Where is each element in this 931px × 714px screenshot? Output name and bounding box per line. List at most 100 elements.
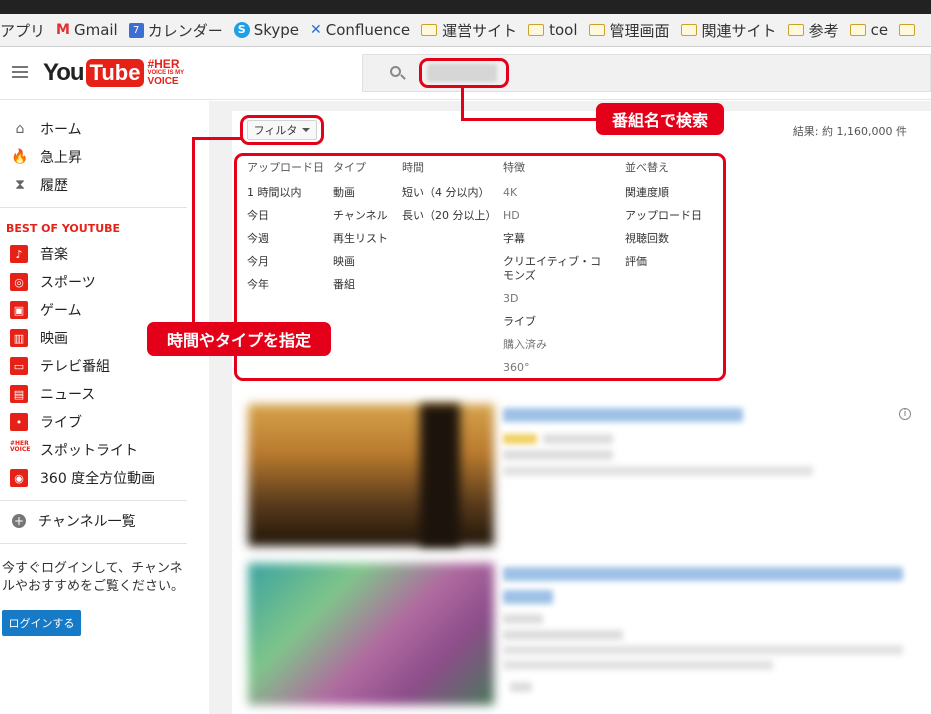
bookmark-skype[interactable]: S Skype bbox=[233, 21, 300, 39]
sidebar-item-gaming[interactable]: ▣ ゲーム bbox=[0, 296, 195, 324]
folder-icon bbox=[588, 24, 605, 36]
bookmark-label: 管理画面 bbox=[609, 21, 670, 40]
sidebar-item-sports[interactable]: ◎ スポーツ bbox=[0, 268, 195, 296]
annotation-line bbox=[461, 88, 464, 120]
bookmark-folder-kanri[interactable]: 管理画面 bbox=[588, 20, 670, 41]
sidebar-item-tv[interactable]: ▭ テレビ番組 bbox=[0, 352, 195, 380]
folder-icon bbox=[528, 24, 545, 36]
sidebar-item-label: 映画 bbox=[40, 331, 68, 347]
folder-icon bbox=[849, 24, 866, 36]
bookmark-label: 関連サイト bbox=[701, 21, 777, 40]
sidebar-item-label: 履歴 bbox=[40, 178, 68, 194]
bookmark-folder-more[interactable] bbox=[899, 24, 920, 36]
skype-icon: S bbox=[233, 22, 250, 38]
sidebar-item-live[interactable]: • ライブ bbox=[0, 408, 195, 436]
sidebar-divider bbox=[0, 543, 187, 544]
sports-icon: ◎ bbox=[10, 273, 28, 291]
sidebar-item-label: 360 度全方位動画 bbox=[40, 471, 156, 487]
logo-tube-text: Tube bbox=[85, 58, 145, 87]
sidebar-item-channels[interactable]: + チャンネル一覧 bbox=[0, 507, 195, 535]
bookmark-label: 参考 bbox=[808, 21, 839, 40]
video-badge-blurred bbox=[503, 434, 537, 444]
sidebar-item-label: テレビ番組 bbox=[40, 359, 110, 375]
bookmark-label: アプリ bbox=[0, 21, 46, 40]
sidebar-item-label: ライブ bbox=[40, 415, 82, 431]
bookmark-label: tool bbox=[549, 21, 578, 39]
her-logo-line3: VOICE bbox=[147, 76, 179, 87]
sidebar-item-label: ゲーム bbox=[40, 303, 82, 319]
bookmark-label: Gmail bbox=[73, 21, 118, 39]
logo-you-text: You bbox=[43, 58, 85, 86]
sidebar-divider bbox=[0, 500, 187, 501]
bookmark-folder-ce[interactable]: ce bbox=[849, 21, 889, 39]
login-prompt-text: 今すぐログインして、チャンネルやおすすめをご覧ください。 bbox=[2, 561, 185, 594]
bookmark-folder-sanko[interactable]: 参考 bbox=[787, 20, 839, 41]
gmail-icon: M bbox=[56, 22, 70, 38]
folder-icon bbox=[680, 24, 697, 36]
bookmark-folder-unei[interactable]: 運営サイト bbox=[421, 20, 517, 41]
bookmark-label: 運営サイト bbox=[442, 21, 518, 40]
login-button[interactable]: ログインする bbox=[2, 610, 81, 636]
her-logo-line1: #HER bbox=[147, 57, 180, 71]
bookmark-folder-kanren[interactable]: 関連サイト bbox=[680, 20, 777, 41]
sidebar-divider bbox=[0, 207, 187, 208]
flame-icon: 🔥 bbox=[11, 149, 29, 165]
hourglass-icon: ⧗ bbox=[15, 177, 25, 193]
her-voice-logo: #HER VOICE IS MY VOICE bbox=[147, 58, 184, 87]
sidebar-item-label: 音楽 bbox=[40, 247, 68, 263]
bookmark-gmail[interactable]: M Gmail bbox=[56, 21, 118, 39]
folder-icon bbox=[899, 24, 916, 36]
home-icon: ⌂ bbox=[15, 121, 25, 137]
sidebar-item-label: 急上昇 bbox=[40, 150, 82, 166]
annotation-line bbox=[461, 118, 597, 121]
sidebar-item-label: チャンネル一覧 bbox=[38, 514, 136, 530]
bookmark-folder-tool[interactable]: tool bbox=[528, 21, 578, 39]
video-channel-blurred bbox=[543, 434, 613, 444]
sidebar-item-label: スポーツ bbox=[40, 275, 96, 291]
video-channel-blurred bbox=[503, 614, 543, 624]
video-title-blurred[interactable] bbox=[503, 408, 743, 422]
search-icon[interactable] bbox=[390, 66, 401, 77]
video-thumbnail[interactable] bbox=[248, 563, 494, 705]
spotlight-icon: #HER VOICE bbox=[10, 440, 31, 453]
gamepad-icon: ▣ bbox=[10, 301, 28, 319]
news-icon: ▤ bbox=[10, 385, 28, 403]
bookmark-apps[interactable]: アプリ bbox=[0, 20, 45, 41]
sidebar-item-label: ホーム bbox=[40, 122, 82, 138]
window-top-bar bbox=[0, 0, 931, 14]
sidebar-item-trending[interactable]: 🔥 急上昇 bbox=[0, 143, 195, 171]
bookmark-label: ce bbox=[870, 21, 889, 39]
bookmark-calendar[interactable]: 7 カレンダー bbox=[128, 20, 223, 41]
video-meta-blurred bbox=[503, 450, 613, 460]
hamburger-menu-icon[interactable] bbox=[12, 66, 28, 78]
film-icon: ▥ bbox=[10, 329, 28, 347]
bookmark-confluence[interactable]: ✕ Confluence bbox=[310, 21, 410, 39]
live-icon: • bbox=[10, 413, 28, 431]
video-title-blurred[interactable] bbox=[503, 567, 903, 581]
video-title-blurred[interactable] bbox=[503, 590, 553, 604]
youtube-logo[interactable]: You Tube #HER VOICE IS MY VOICE bbox=[43, 58, 184, 87]
sidebar-item-360[interactable]: ◉ 360 度全方位動画 bbox=[0, 464, 195, 492]
sidebar-item-news[interactable]: ▤ ニュース bbox=[0, 380, 195, 408]
video-tag-blurred bbox=[510, 682, 532, 692]
sidebar-item-history[interactable]: ⧗ 履歴 bbox=[0, 171, 195, 199]
calendar-icon: 7 bbox=[128, 22, 144, 38]
video-meta-blurred bbox=[503, 630, 623, 640]
filter-callout: 時間やタイプを指定 bbox=[147, 322, 331, 356]
tv-icon: ▭ bbox=[10, 357, 28, 375]
video-desc-blurred bbox=[503, 466, 813, 476]
music-icon: ♪ bbox=[10, 245, 28, 263]
bookmark-label: Skype bbox=[253, 21, 300, 39]
bookmarks-bar: アプリ M Gmail 7 カレンダー S Skype ✕ Confluence… bbox=[0, 14, 931, 47]
sidebar-item-music[interactable]: ♪ 音楽 bbox=[0, 240, 195, 268]
info-icon[interactable]: i bbox=[899, 408, 911, 420]
sidebar-item-spotlight[interactable]: #HER VOICE スポットライト bbox=[0, 436, 195, 464]
plus-circle-icon: + bbox=[12, 514, 26, 528]
video-desc-blurred bbox=[503, 660, 773, 670]
folder-icon bbox=[787, 24, 804, 36]
sidebar-item-label: ニュース bbox=[40, 387, 96, 403]
search-highlight-box bbox=[419, 58, 509, 88]
sidebar-item-home[interactable]: ⌂ ホーム bbox=[0, 115, 195, 143]
filter-highlight-box bbox=[240, 115, 324, 145]
confluence-icon: ✕ bbox=[310, 22, 322, 38]
